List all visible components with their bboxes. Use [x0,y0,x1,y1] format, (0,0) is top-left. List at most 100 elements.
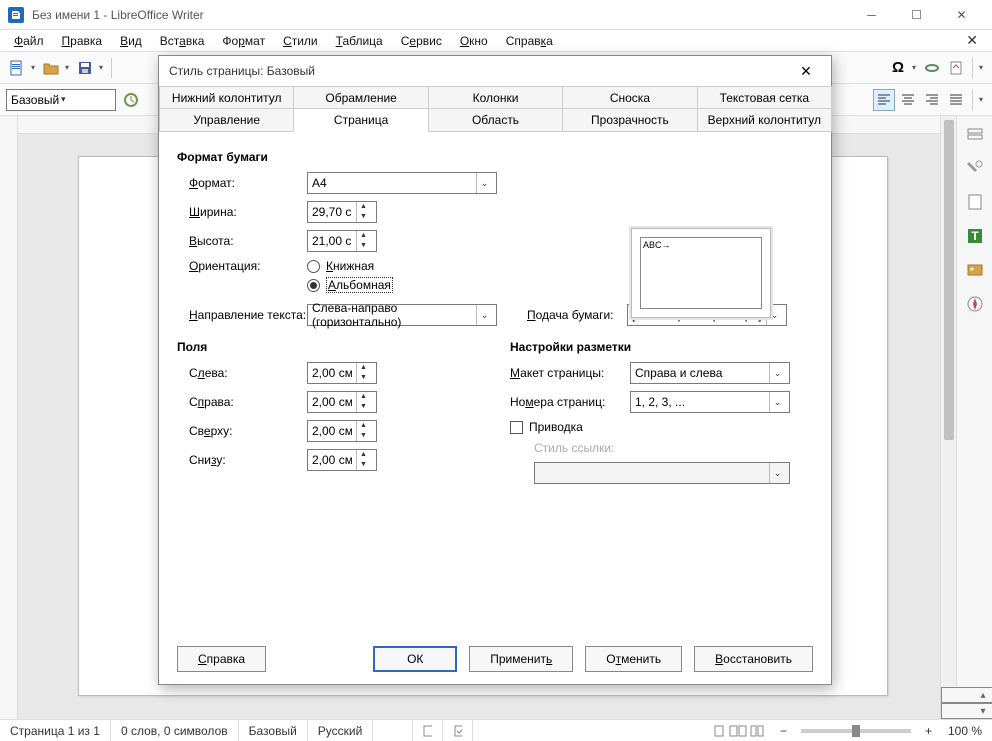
save-button[interactable] [74,57,96,79]
right-margin-input[interactable] [308,392,356,412]
tab-footnote[interactable]: Сноска [562,86,697,109]
spin-up-icon[interactable]: ▲ [357,450,370,460]
spin-up-icon[interactable]: ▲ [357,202,370,212]
menu-tools[interactable]: Сервис [393,32,450,50]
minimize-button[interactable]: ─ [849,0,894,30]
paragraph-style-combo[interactable]: Базовый ▾ [6,89,116,111]
scroll-down-icon[interactable]: ▾ [941,703,992,719]
align-center-button[interactable] [897,89,919,111]
left-margin-input[interactable] [308,363,356,383]
update-style-button[interactable] [120,89,142,111]
cancel-button[interactable]: Отменить [585,646,682,672]
hyperlink-button[interactable] [921,57,943,79]
status-page[interactable]: Страница 1 из 1 [0,720,111,741]
pagenum-combo[interactable]: 1, 2, 3, ...⌄ [630,391,790,413]
styles-icon[interactable]: T [963,224,987,248]
menu-insert[interactable]: Вставка [152,32,213,50]
omega-dropdown[interactable]: ▾ [909,57,919,79]
spin-down-icon[interactable]: ▼ [357,402,370,412]
page-icon[interactable] [963,190,987,214]
navigator-icon[interactable] [963,292,987,316]
new-doc-button[interactable] [6,57,28,79]
textdir-combo[interactable]: Слева-направо (горизонтально) ⌄ [307,304,497,326]
format-combo[interactable]: A4 ⌄ [307,172,497,194]
tab-header[interactable]: Верхний колонтитул [697,108,832,132]
dialog-titlebar[interactable]: Стиль страницы: Базовый ✕ [159,56,831,86]
tab-transparency[interactable]: Прозрачность [562,108,697,132]
scrollbar-vertical[interactable]: ▴ ▾ [940,116,956,719]
zoom-out-button[interactable]: − [774,724,793,738]
view-single-icon[interactable] [712,724,726,738]
align-justify-button[interactable] [945,89,967,111]
formatting-overflow[interactable]: ▾ [976,89,986,111]
menu-window[interactable]: Окно [452,32,496,50]
scroll-up-icon[interactable]: ▴ [941,687,992,703]
menu-view[interactable]: Вид [112,32,150,50]
ruler-vertical[interactable] [0,116,18,719]
status-style[interactable]: Базовый [239,720,308,741]
menu-help[interactable]: Справка [498,32,561,50]
tab-columns[interactable]: Колонки [428,86,563,109]
portrait-radio[interactable]: Книжная [307,259,393,273]
menu-edit[interactable]: Правка [54,32,111,50]
maximize-button[interactable]: ☐ [894,0,939,30]
help-button[interactable]: Справка [177,646,266,672]
width-input[interactable] [308,202,356,222]
spin-down-icon[interactable]: ▼ [357,241,370,251]
toolbar-overflow[interactable]: ▾ [976,57,986,79]
menu-styles[interactable]: Стили [275,32,326,50]
save-dropdown[interactable]: ▾ [96,57,106,79]
height-input[interactable] [308,231,356,251]
view-book-icon[interactable] [750,724,764,738]
height-spinbox[interactable]: ▲▼ [307,230,377,252]
gallery-icon[interactable] [963,258,987,282]
menu-format[interactable]: Формат [214,32,273,50]
left-margin-spinbox[interactable]: ▲▼ [307,362,377,384]
spin-up-icon[interactable]: ▲ [357,392,370,402]
tab-borders[interactable]: Обрамление [293,86,428,109]
spin-down-icon[interactable]: ▼ [357,431,370,441]
landscape-radio[interactable]: Альбомная [307,277,393,293]
open-dropdown[interactable]: ▾ [62,57,72,79]
dialog-close-button[interactable]: ✕ [791,56,821,86]
page-nav-button[interactable] [945,57,967,79]
top-margin-spinbox[interactable]: ▲▼ [307,420,377,442]
status-words[interactable]: 0 слов, 0 символов [111,720,239,741]
spin-up-icon[interactable]: ▲ [357,421,370,431]
spin-up-icon[interactable]: ▲ [357,363,370,373]
new-doc-dropdown[interactable]: ▾ [28,57,38,79]
pagelayout-combo[interactable]: Справа и слева⌄ [630,362,790,384]
top-margin-input[interactable] [308,421,356,441]
apply-button[interactable]: Применить [469,646,573,672]
tab-area[interactable]: Область [428,108,563,132]
right-margin-spinbox[interactable]: ▲▼ [307,391,377,413]
align-right-button[interactable] [921,89,943,111]
scrollbar-thumb[interactable] [944,120,954,440]
properties-icon[interactable] [963,156,987,180]
omega-button[interactable]: Ω [887,57,909,79]
tab-page[interactable]: Страница [293,108,428,132]
ok-button[interactable]: ОК [373,646,457,672]
spin-down-icon[interactable]: ▼ [357,373,370,383]
zoom-slider[interactable] [801,729,911,733]
register-checkbox[interactable]: Приводка [510,420,583,434]
zoom-handle[interactable] [852,725,860,737]
close-document-button[interactable]: ✕ [958,30,986,51]
status-selection-mode[interactable] [413,720,443,741]
status-insert-mode[interactable] [373,720,413,741]
width-spinbox[interactable]: ▲▼ [307,201,377,223]
tab-footer[interactable]: Нижний колонтитул [159,86,294,109]
spin-down-icon[interactable]: ▼ [357,460,370,470]
zoom-in-button[interactable]: + [919,724,938,738]
open-button[interactable] [40,57,62,79]
close-window-button[interactable]: ✕ [939,0,984,30]
sidebar-settings-icon[interactable] [963,122,987,146]
spin-down-icon[interactable]: ▼ [357,212,370,222]
menu-file[interactable]: Файл [6,32,52,50]
tab-organizer[interactable]: Управление [159,108,294,132]
align-left-button[interactable] [873,89,895,111]
bottom-margin-input[interactable] [308,450,356,470]
menu-table[interactable]: Таблица [328,32,391,50]
reset-button[interactable]: Восстановить [694,646,813,672]
status-zoom[interactable]: 100 % [938,720,992,741]
